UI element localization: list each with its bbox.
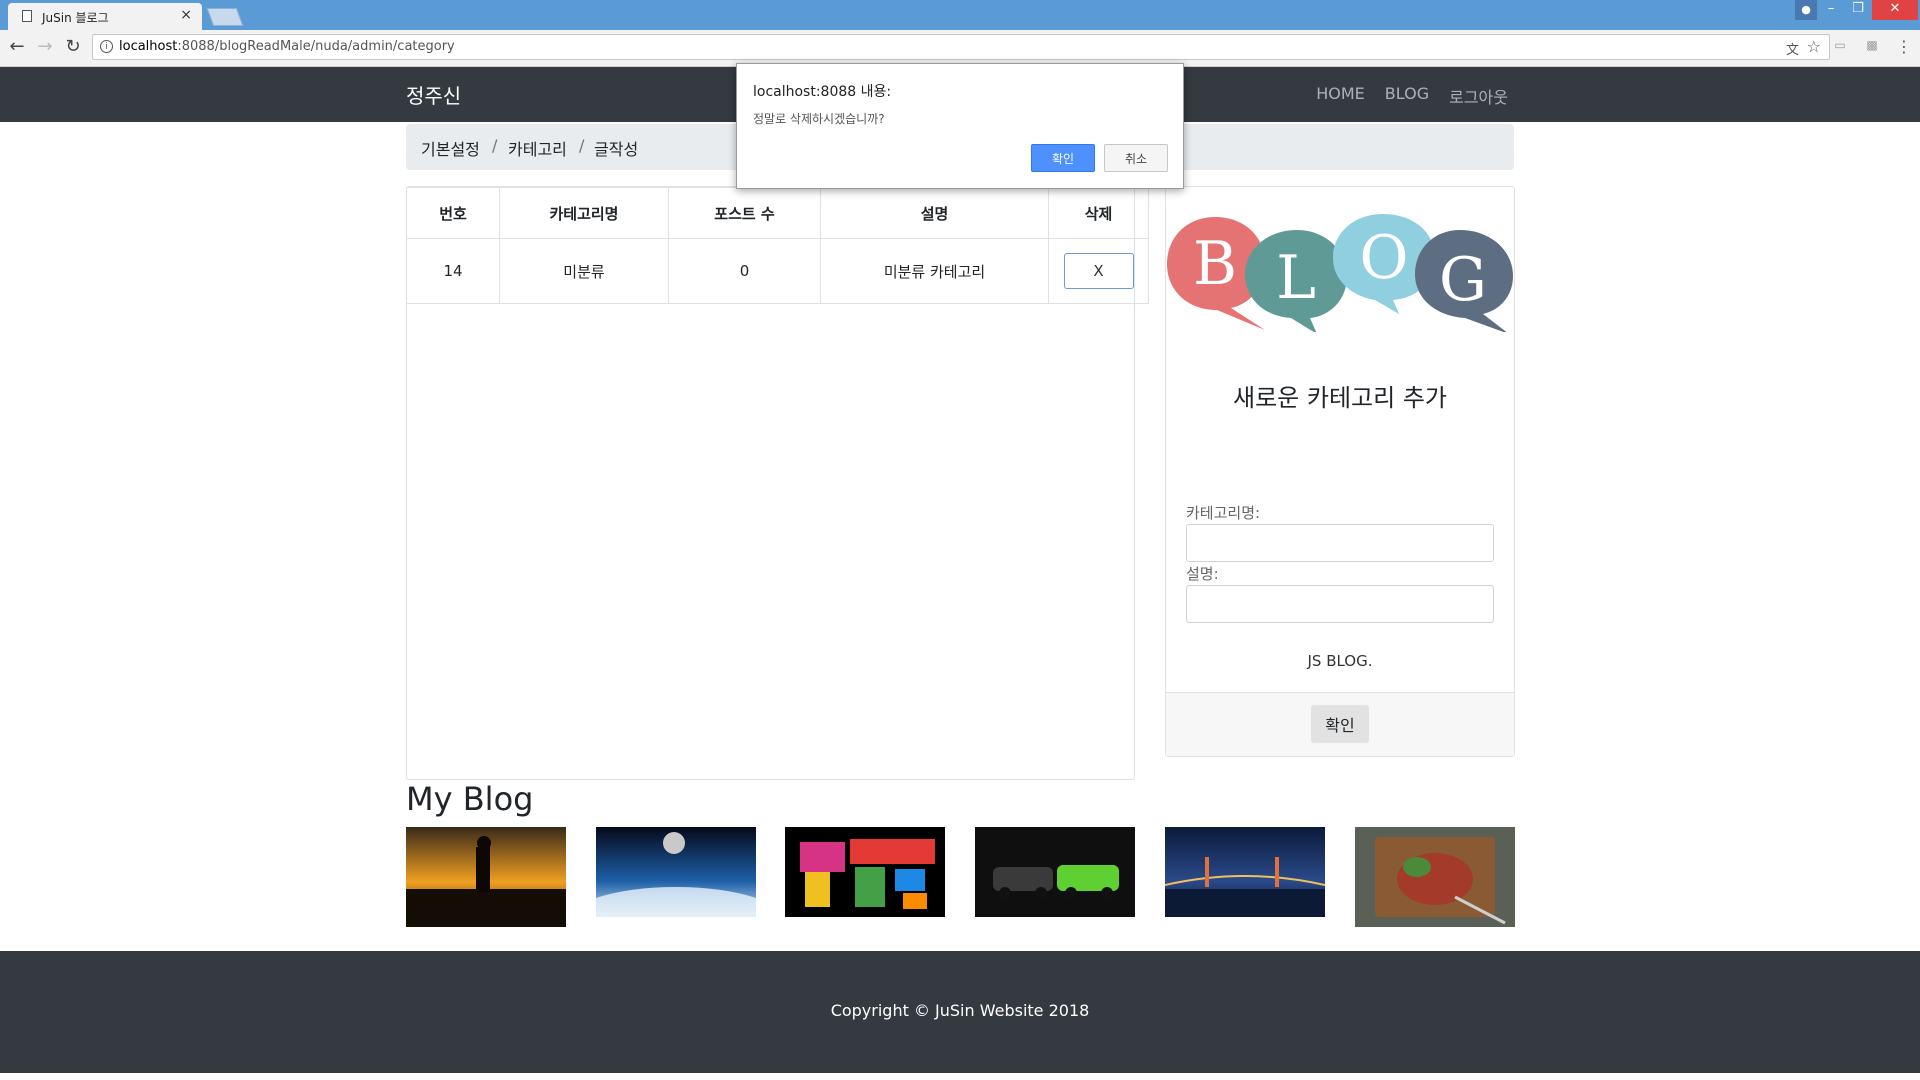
logo-letter: B: [1193, 229, 1237, 299]
bookmark-star-icon[interactable]: ☆: [1807, 37, 1821, 56]
page-icon: [22, 10, 32, 22]
nav-link-logout[interactable]: 로그아웃: [1449, 84, 1508, 108]
confirm-dialog: localhost:8088 내용: 정말로 삭제하시겠습니까? 확인 취소: [736, 63, 1184, 189]
logo-letter: O: [1359, 223, 1408, 293]
logo-letter: L: [1276, 243, 1316, 313]
nav-link-home[interactable]: HOME: [1316, 84, 1365, 108]
cell-delete: X: [1048, 238, 1149, 304]
address-bar[interactable]: i localhost:8088/blogReadMale/nuda/admin…: [92, 34, 1830, 60]
extension-icon[interactable]: ▭: [1832, 38, 1848, 54]
breadcrumb-write-post[interactable]: 글작성: [594, 136, 638, 160]
my-blog-title: My Blog: [406, 780, 534, 818]
breadcrumb-separator: /: [579, 136, 585, 155]
blog-note: JS BLOG.: [1307, 652, 1373, 670]
translate-icon[interactable]: 文: [1786, 39, 1799, 58]
restore-window-button[interactable]: ❐: [1845, 0, 1871, 20]
browser-tab-strip: JuSin 블로그 × ● – ❐ ✕: [0, 0, 1920, 30]
cell-post-count: 0: [668, 238, 821, 304]
delete-category-button[interactable]: X: [1063, 253, 1134, 289]
thumbnail-steak-food[interactable]: [1355, 827, 1515, 927]
forward-arrow-icon[interactable]: →: [34, 36, 56, 57]
dialog-cancel-button[interactable]: 취소: [1104, 144, 1168, 172]
dialog-ok-button[interactable]: 확인: [1031, 144, 1095, 172]
logo-letter: G: [1439, 245, 1487, 315]
thumbnail-world-map[interactable]: [785, 827, 945, 917]
new-tab-button[interactable]: [206, 8, 244, 26]
cell-description: 미분류 카테고리: [820, 238, 1049, 304]
breadcrumb-separator: /: [492, 136, 498, 155]
copyright-text: Copyright © JuSin Website 2018: [830, 1001, 1090, 1020]
thumbnail-night-bridge[interactable]: [1165, 827, 1325, 917]
site-brand[interactable]: 정주신: [406, 80, 461, 109]
breadcrumb-category[interactable]: 카테고리: [508, 136, 567, 160]
url-text[interactable]: localhost:8088/blogReadMale/nuda/admin/c…: [119, 39, 455, 54]
description-input[interactable]: [1186, 585, 1494, 623]
col-description: 설명: [820, 187, 1049, 239]
add-category-title: 새로운 카테고리 추가: [1233, 384, 1447, 412]
table-row: 14 미분류 0 미분류 카테고리 X: [406, 238, 1149, 304]
col-post-count: 포스트 수: [668, 187, 821, 239]
confirm-button[interactable]: 확인: [1311, 705, 1369, 743]
cell-category-name: 미분류: [499, 238, 669, 304]
category-name-label: 카테고리명:: [1186, 504, 1261, 522]
col-category-name: 카테고리명: [499, 187, 669, 239]
thumbnail-sports-cars[interactable]: [975, 827, 1135, 917]
browser-tab[interactable]: JuSin 블로그 ×: [8, 3, 202, 30]
site-footer: Copyright © JuSin Website 2018: [0, 951, 1920, 1073]
tab-close-icon[interactable]: ×: [180, 7, 192, 23]
reload-icon[interactable]: ↻: [62, 36, 84, 57]
thumbnail-sunset-couple[interactable]: [406, 827, 566, 927]
minimize-window-button[interactable]: –: [1818, 0, 1844, 20]
user-profile-icon[interactable]: ●: [1795, 0, 1817, 20]
dialog-message: 정말로 삭제하시겠습니까?: [753, 112, 885, 126]
back-arrow-icon[interactable]: ←: [6, 36, 28, 57]
extension-icon[interactable]: ▩: [1864, 38, 1880, 54]
close-window-button[interactable]: ✕: [1872, 0, 1918, 20]
blog-logo: B L O G: [1167, 214, 1513, 332]
category-table: 번호 카테고리명 포스트 수 설명 삭제 14 미분류 0 미분류 카테고리 X: [406, 187, 1149, 304]
thumbnail-earth-space[interactable]: [596, 827, 756, 917]
card-footer: 확인: [1166, 692, 1514, 756]
tab-title: JuSin 블로그: [42, 11, 109, 25]
nav-links: HOME BLOG 로그아웃: [1316, 84, 1508, 108]
description-label: 설명:: [1186, 565, 1219, 583]
col-delete: 삭제: [1048, 187, 1149, 239]
cell-number: 14: [406, 238, 500, 304]
table-header-row: 번호 카테고리명 포스트 수 설명 삭제: [406, 187, 1149, 239]
browser-menu-icon[interactable]: ⋮: [1896, 37, 1912, 56]
breadcrumb-basic-settings[interactable]: 기본설정: [421, 136, 480, 160]
info-icon[interactable]: i: [100, 40, 113, 53]
nav-link-blog[interactable]: BLOG: [1385, 84, 1429, 108]
dialog-title: localhost:8088 내용:: [753, 84, 892, 100]
category-name-input[interactable]: [1186, 524, 1494, 562]
col-number: 번호: [406, 187, 500, 239]
browser-toolbar: ← → ↻ i localhost:8088/blogReadMale/nuda…: [0, 30, 1920, 67]
